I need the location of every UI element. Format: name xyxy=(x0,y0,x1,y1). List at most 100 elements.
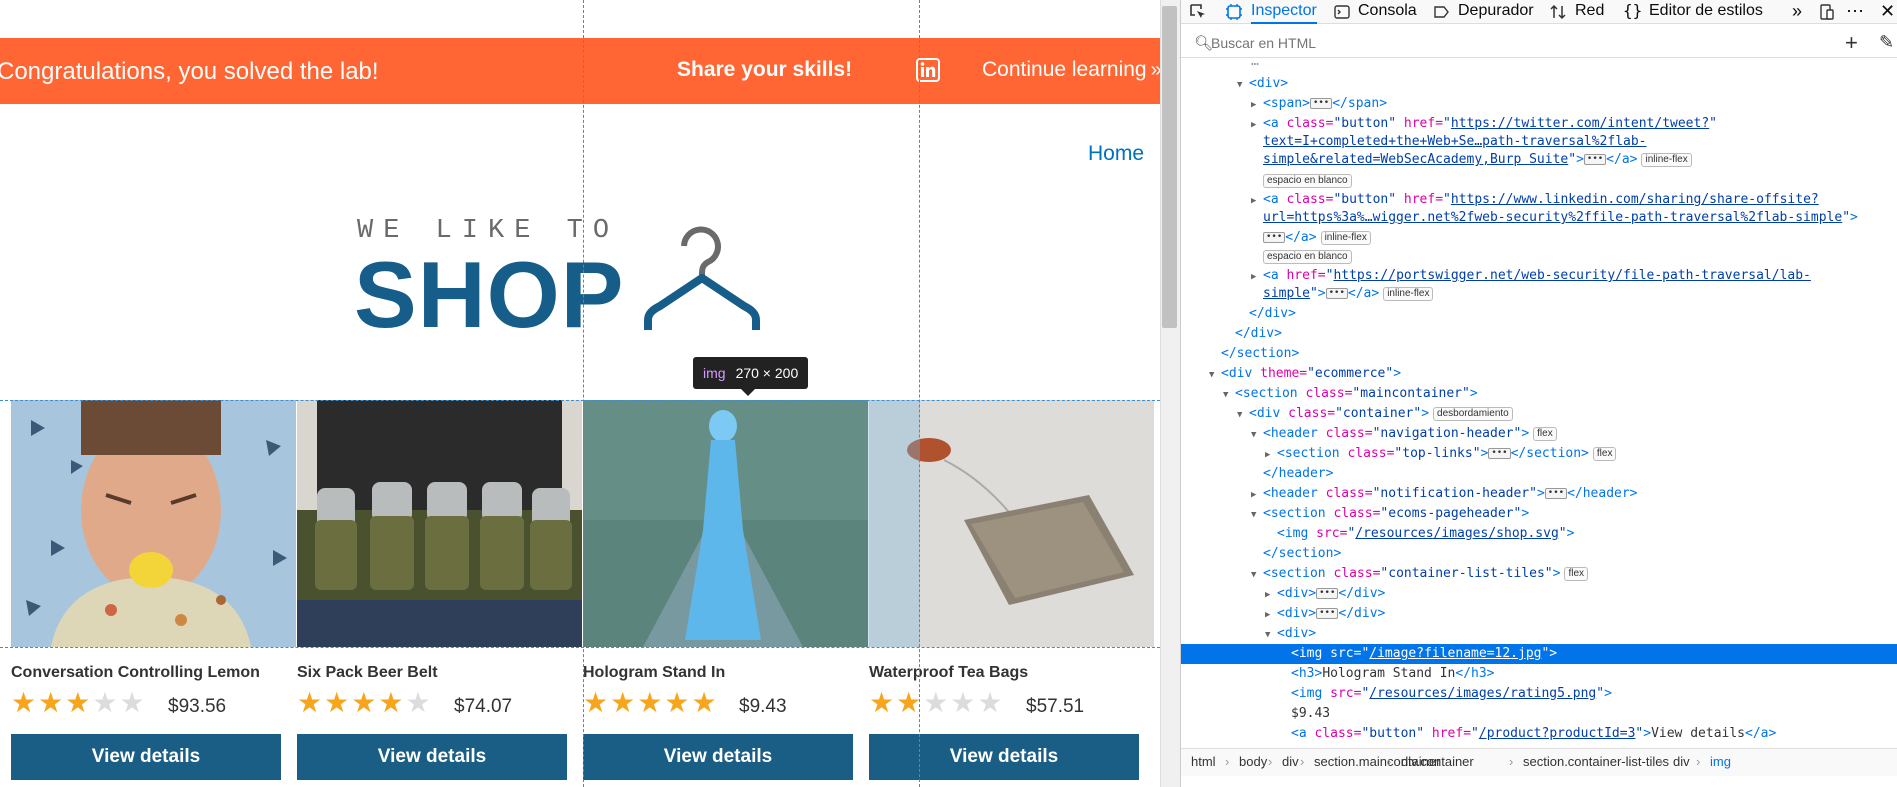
twisty-closed-icon[interactable]: ▶ xyxy=(1251,95,1263,115)
twisty-open-icon[interactable]: ▼ xyxy=(1251,505,1263,525)
collapsed-ellipsis[interactable]: ••• xyxy=(1316,608,1339,619)
attr-link[interactable]: /image?filename=12.jpg xyxy=(1369,646,1541,661)
display-badge[interactable]: inline-flex xyxy=(1641,153,1692,167)
twisty-open-icon[interactable]: ▼ xyxy=(1223,385,1235,405)
twitter-icon[interactable] xyxy=(866,2,894,26)
twisty-open-icon[interactable]: ▼ xyxy=(1209,365,1221,385)
page-scrollbar-thumb[interactable] xyxy=(1162,6,1177,328)
tag-label: </div> xyxy=(1249,306,1296,321)
display-badge[interactable]: flex xyxy=(1533,427,1557,441)
product-image-lemon[interactable] xyxy=(11,400,296,647)
tab-network[interactable]: Red xyxy=(1575,0,1604,24)
twisty-closed-icon[interactable]: ▶ xyxy=(1251,485,1263,505)
display-badge[interactable]: inline-flex xyxy=(1383,287,1434,301)
breadcrumb-item[interactable]: img xyxy=(1710,749,1731,775)
collapsed-ellipsis[interactable]: ••• xyxy=(1263,232,1286,243)
collapsed-ellipsis[interactable]: ••• xyxy=(1309,98,1333,109)
tree-row[interactable]: </section> xyxy=(1181,544,1897,564)
tree-row[interactable]: ▶ <a href="https://portswigger.net/web-se… xyxy=(1181,266,1897,286)
collapsed-ellipsis[interactable]: ••• xyxy=(1488,448,1511,459)
tree-row[interactable]: ▼ <section class="ecoms-pageheader"> xyxy=(1181,504,1897,524)
display-badge[interactable]: inline-flex xyxy=(1320,231,1371,245)
tree-row[interactable]: <img src="/resources/images/shop.svg"> xyxy=(1181,524,1897,544)
tab-console[interactable]: Consola xyxy=(1358,0,1417,24)
breadcrumb-item[interactable]: html xyxy=(1191,749,1216,775)
tree-row[interactable]: ▶ <a class="button" href="https://www.lin… xyxy=(1181,190,1897,210)
tree-row[interactable]: <h3>Hologram Stand In</h3> xyxy=(1181,664,1897,684)
collapsed-ellipsis[interactable]: ••• xyxy=(1583,154,1607,165)
product-image-beer-belt[interactable] xyxy=(297,400,582,647)
breadcrumb-item[interactable]: div xyxy=(1282,749,1299,775)
attr-link[interactable]: /product?productId=3 xyxy=(1479,726,1636,741)
breadcrumb-item[interactable]: div.container xyxy=(1401,749,1474,775)
tree-row[interactable]: ▶ <section class="top-links"> ••• </section… xyxy=(1181,444,1897,464)
view-details-button[interactable]: View details xyxy=(583,734,853,780)
attr-link[interactable]: https://www.linkedin.com/sharing/share-o… xyxy=(1451,192,1819,207)
tree-row[interactable]: <a class="button" href="/product?product… xyxy=(1181,724,1897,744)
twisty-open-icon[interactable]: ▼ xyxy=(1251,565,1263,585)
tree-row[interactable]: </section> xyxy=(1181,344,1897,364)
tree-row[interactable]: ▶ <a class="button" href="https://twitter… xyxy=(1181,114,1897,134)
more-tabs-icon[interactable]: » xyxy=(1792,0,1802,24)
view-details-button[interactable]: View details xyxy=(869,734,1139,780)
breadcrumb-item[interactable]: section.container-list-tiles xyxy=(1523,749,1669,775)
responsive-design-icon[interactable] xyxy=(1818,3,1836,21)
tree-row[interactable]: ▶ <div> ••• </div> xyxy=(1181,604,1897,624)
tree-row[interactable]: </div> xyxy=(1181,304,1897,324)
display-badge[interactable]: flex xyxy=(1564,567,1588,581)
view-details-button[interactable]: View details xyxy=(11,734,281,780)
close-icon[interactable]: ✕ xyxy=(1880,0,1895,24)
twisty-closed-icon[interactable]: ▶ xyxy=(1265,585,1277,605)
tree-row[interactable]: $9.43 xyxy=(1181,704,1897,724)
tag-label: <div> xyxy=(1249,76,1289,91)
collapsed-ellipsis[interactable]: ••• xyxy=(1316,588,1339,599)
continue-learning-link[interactable]: Continue learning» xyxy=(982,58,1160,82)
tab-inspector[interactable]: Inspector xyxy=(1251,0,1317,24)
tree-row[interactable]: ▼ <div> xyxy=(1181,74,1897,94)
attr-link[interactable]: /resources/images/shop.svg xyxy=(1355,526,1559,541)
twisty-open-icon[interactable]: ▼ xyxy=(1251,425,1263,445)
tree-row[interactable]: ▶ <span> ••• </span> xyxy=(1181,94,1897,114)
tree-row[interactable]: ▼ <section class="maincontainer"> xyxy=(1181,384,1897,404)
tree-row[interactable]: ▶ <div> ••• </div> xyxy=(1181,584,1897,604)
attr-link[interactable]: url=https%3a%…wigger.net%2fweb-security%… xyxy=(1263,210,1842,225)
tab-style-editor[interactable]: Editor de estilos xyxy=(1649,0,1763,24)
collapsed-ellipsis[interactable]: ••• xyxy=(1325,288,1348,299)
overflow-badge[interactable]: desbordamiento xyxy=(1433,407,1513,421)
attr-link[interactable]: /resources/images/rating5.png xyxy=(1369,686,1596,701)
twisty-open-icon[interactable]: ▼ xyxy=(1265,625,1277,645)
tab-debugger[interactable]: Depurador xyxy=(1458,0,1534,24)
twisty-closed-icon[interactable]: ▶ xyxy=(1265,445,1277,465)
breadcrumb-separator-icon: › xyxy=(1268,754,1273,769)
eyedropper-icon[interactable]: ✎ xyxy=(1879,32,1894,53)
home-link[interactable]: Home xyxy=(1088,142,1144,166)
options-menu-icon[interactable]: ⋯ xyxy=(1846,0,1864,24)
tree-row[interactable]: ▼ <header class="navigation-header"> flex xyxy=(1181,424,1897,444)
breadcrumb-item[interactable]: div xyxy=(1673,749,1690,775)
tree-row[interactable]: ▼ <div> xyxy=(1181,624,1897,644)
display-badge[interactable]: flex xyxy=(1592,447,1617,461)
tree-row[interactable]: ▶ <header class="notification-header"> •••… xyxy=(1181,484,1897,504)
twisty-open-icon[interactable]: ▼ xyxy=(1237,75,1249,95)
element-picker-icon[interactable] xyxy=(1189,3,1207,21)
tree-row[interactable]: ▼ <section class="container-list-tiles"> f… xyxy=(1181,564,1897,584)
tree-row[interactable]: ▼ <div theme="ecommerce"> xyxy=(1181,364,1897,384)
attr-link[interactable]: simple&related=WebSecAcademy,Burp Suite xyxy=(1263,152,1568,167)
tree-row[interactable]: </div> xyxy=(1181,324,1897,344)
collapsed-ellipsis[interactable]: ••• xyxy=(1544,488,1568,499)
attr-link[interactable]: text=I+completed+the+Web+Se…path-travers… xyxy=(1263,134,1647,149)
tree-row[interactable]: ▼ <div class="container"> desbordamiento xyxy=(1181,404,1897,424)
html-search-input[interactable] xyxy=(1211,32,1771,54)
share-skills-label: Share your skills! xyxy=(677,58,853,81)
attr-link[interactable]: https://portswigger.net/web-security/fil… xyxy=(1333,268,1810,283)
attr-link[interactable]: simple xyxy=(1263,286,1310,301)
add-node-icon[interactable]: + xyxy=(1845,30,1858,56)
twisty-closed-icon[interactable]: ▶ xyxy=(1265,605,1277,625)
attr-link[interactable]: https://twitter.com/intent/tweet? xyxy=(1451,116,1709,131)
twisty-open-icon[interactable]: ▼ xyxy=(1237,405,1249,425)
tree-row[interactable]: <img src="/resources/images/rating5.png"… xyxy=(1181,684,1897,704)
tree-row[interactable]: </header> xyxy=(1181,464,1897,484)
breadcrumb-item[interactable]: body xyxy=(1239,749,1267,775)
view-details-button[interactable]: View details xyxy=(297,734,567,780)
tree-row-selected[interactable]: <img src="/image?filename=12.jpg"> xyxy=(1181,644,1897,664)
